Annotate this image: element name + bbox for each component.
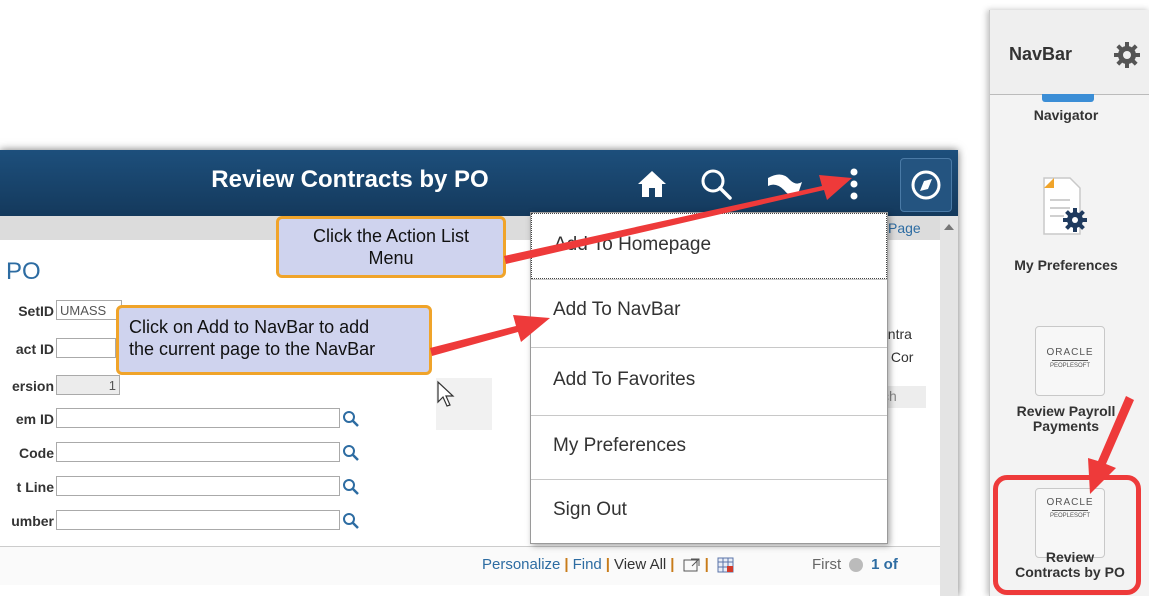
code-input[interactable] xyxy=(56,442,340,462)
version-input[interactable] xyxy=(56,375,120,395)
field-label-code: Code xyxy=(19,445,54,461)
item-id-input[interactable] xyxy=(56,408,340,428)
menu-item-add-to-navbar[interactable]: Add To NavBar xyxy=(531,279,887,345)
pagination: First 1 of xyxy=(812,556,898,573)
field-label-contract-id: act ID xyxy=(15,341,54,357)
tile-label-line: Review Payroll xyxy=(1016,403,1116,419)
lookup-icon[interactable] xyxy=(342,512,360,530)
action-list-menu: Add To Homepage Add To NavBar Add To Fav… xyxy=(530,212,888,544)
action-list-callout: Click the Action List Menu xyxy=(276,216,506,278)
my-preferences-icon[interactable] xyxy=(1040,176,1090,240)
navbar-compass-icon[interactable] xyxy=(900,158,952,212)
navbar-title: NavBar xyxy=(1009,44,1073,64)
navigator-tile-label[interactable]: Navigator xyxy=(990,108,1142,123)
field-label-setid: SetID xyxy=(18,303,54,319)
oracle-logo-text: ORACLE xyxy=(1046,347,1094,358)
lookup-icon[interactable] xyxy=(342,444,360,462)
logo-divider xyxy=(1052,360,1088,361)
scroll-up-icon[interactable] xyxy=(944,224,954,230)
my-preferences-tile-label[interactable]: My Preferences xyxy=(990,258,1142,273)
field-label-item-id: em ID xyxy=(15,411,54,427)
navbar-header: NavBar xyxy=(990,10,1149,95)
setid-input[interactable] xyxy=(56,300,122,320)
menu-item-my-preferences[interactable]: My Preferences xyxy=(531,415,887,481)
page-count: 1 of xyxy=(871,556,898,573)
mouse-pointer-icon xyxy=(436,380,458,415)
first-link[interactable]: First xyxy=(812,556,841,573)
view-all-link[interactable]: View All xyxy=(614,556,666,573)
home-icon[interactable] xyxy=(632,164,672,204)
new-tile-highlight xyxy=(993,475,1141,595)
page-heading: PO xyxy=(6,258,41,285)
download-grid-icon[interactable] xyxy=(717,557,735,573)
tile-label-line: Payments xyxy=(1032,418,1100,434)
menu-item-add-to-homepage[interactable]: Add To Homepage xyxy=(531,213,887,279)
page-title: Review Contracts by PO xyxy=(211,166,489,193)
action-list-icon[interactable] xyxy=(836,164,872,204)
menu-item-sign-out[interactable]: Sign Out xyxy=(531,479,887,545)
lookup-icon[interactable] xyxy=(342,478,360,496)
field-label-version: ersion xyxy=(11,378,54,394)
contract-id-input[interactable] xyxy=(56,338,116,358)
grid-footer xyxy=(0,546,940,585)
page-link[interactable]: Page xyxy=(888,220,921,236)
vertical-scrollbar[interactable] xyxy=(940,216,958,596)
review-payroll-tile-label[interactable]: Review Payroll Payments xyxy=(990,404,1142,434)
field-label-number: umber xyxy=(11,513,54,529)
callout-line: the current page to the NavBar xyxy=(129,339,376,359)
callout-line: Menu xyxy=(368,248,414,268)
gear-icon[interactable] xyxy=(1112,40,1142,70)
menu-divider xyxy=(531,347,887,348)
find-link[interactable]: Find xyxy=(573,556,602,573)
line-input[interactable] xyxy=(56,476,340,496)
grid-toolbar: Personalize | Find | View All | | xyxy=(482,556,735,573)
field-label-line: t Line xyxy=(16,479,54,495)
review-payroll-tile-icon[interactable]: ORACLE PEOPLESOFT xyxy=(1035,326,1105,396)
menu-item-add-to-favorites[interactable]: Add To Favorites xyxy=(531,349,887,415)
peoplesoft-logo-text: PEOPLESOFT xyxy=(1049,363,1090,369)
new-window-icon[interactable] xyxy=(683,557,701,573)
header-banner: Review Contracts by PO xyxy=(0,150,958,216)
number-input[interactable] xyxy=(56,510,340,530)
personalize-link[interactable]: Personalize xyxy=(482,556,560,573)
callout-line: Click on Add to NavBar to add xyxy=(129,317,370,337)
callout-line: Click the Action List xyxy=(312,226,470,246)
previous-icon[interactable] xyxy=(849,558,864,573)
lookup-icon[interactable] xyxy=(342,410,360,428)
flag-icon[interactable] xyxy=(764,164,804,204)
search-icon[interactable] xyxy=(696,164,736,204)
add-to-navbar-callout: Click on Add to NavBar to add the curren… xyxy=(116,305,432,375)
navigator-icon[interactable] xyxy=(1042,94,1094,102)
